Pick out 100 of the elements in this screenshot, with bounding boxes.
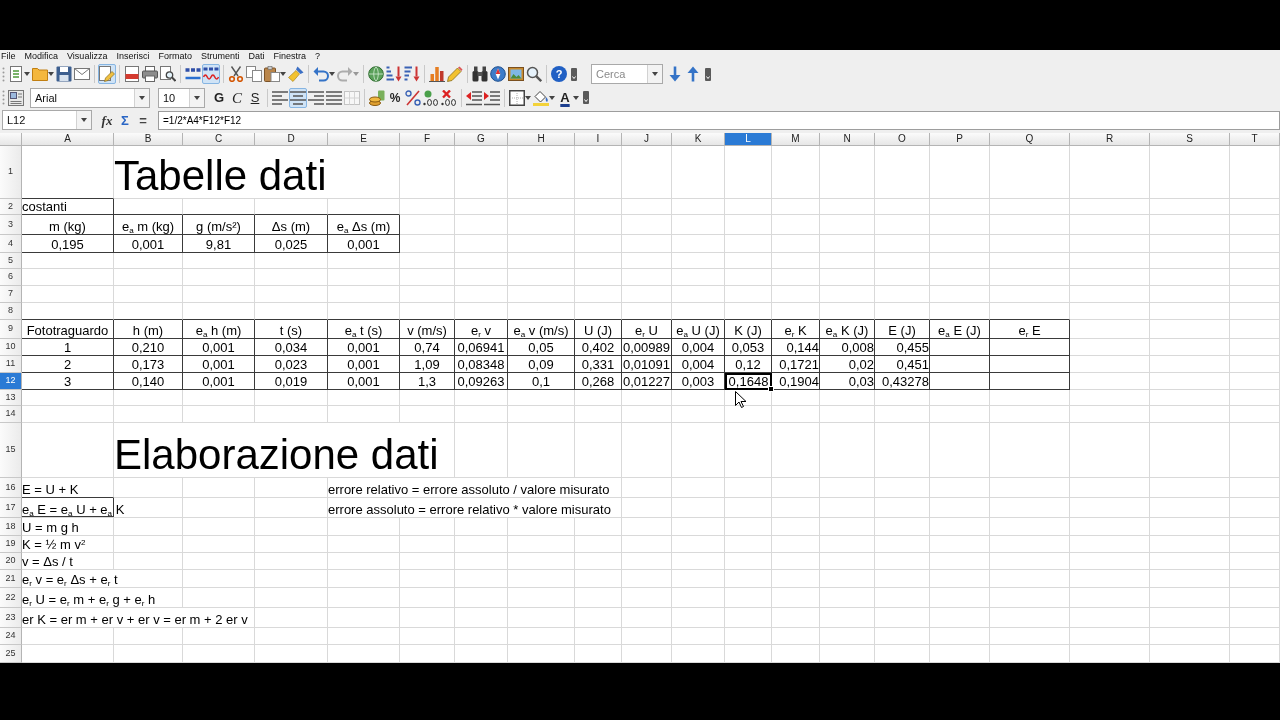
function-wizard-button[interactable]: fx: [98, 111, 116, 129]
edit-mode-button[interactable]: [98, 64, 116, 84]
menu-item[interactable]: Formato: [158, 50, 192, 62]
export-pdf-button[interactable]: [123, 64, 141, 84]
column-header[interactable]: M: [772, 133, 820, 146]
column-header[interactable]: Q: [990, 133, 1070, 146]
row-header[interactable]: 24: [0, 628, 22, 645]
row-header[interactable]: 5: [0, 253, 22, 269]
row-header[interactable]: 18: [0, 518, 22, 536]
navigator-button[interactable]: [489, 64, 507, 84]
row-header[interactable]: 2: [0, 199, 22, 215]
percent-button[interactable]: %: [386, 87, 404, 108]
column-header[interactable]: F: [400, 133, 455, 146]
menu-item[interactable]: ?: [314, 50, 320, 62]
number-format-button[interactable]: [404, 87, 422, 108]
row-header[interactable]: 17: [0, 498, 22, 518]
column-header[interactable]: T: [1230, 133, 1280, 146]
column-header[interactable]: N: [820, 133, 875, 146]
gallery-button[interactable]: [507, 64, 525, 84]
search-combobox[interactable]: Cerca: [591, 64, 663, 84]
row-header[interactable]: 20: [0, 553, 22, 570]
search-field[interactable]: Cerca: [592, 65, 647, 83]
overflow-handle-icon[interactable]: [705, 67, 711, 81]
column-header[interactable]: J: [622, 133, 672, 146]
row-header[interactable]: 12: [0, 373, 22, 390]
dropdown-button[interactable]: [189, 88, 204, 107]
column-header[interactable]: H: [508, 133, 575, 146]
print-button[interactable]: [141, 64, 159, 84]
row-header[interactable]: 4: [0, 235, 22, 253]
row-header[interactable]: 15: [0, 423, 22, 478]
autospellcheck-button[interactable]: [202, 64, 220, 84]
row-header[interactable]: 6: [0, 269, 22, 286]
row-header[interactable]: 14: [0, 406, 22, 423]
row-header[interactable]: 3: [0, 215, 22, 235]
find-replace-button[interactable]: [471, 64, 489, 84]
column-header[interactable]: S: [1150, 133, 1230, 146]
row-header[interactable]: 11: [0, 356, 22, 373]
borders-button[interactable]: [508, 87, 532, 108]
new-button[interactable]: [7, 64, 31, 84]
row-header[interactable]: 23: [0, 608, 22, 628]
dropdown-button[interactable]: [647, 65, 662, 83]
row-header[interactable]: 8: [0, 303, 22, 320]
row-header[interactable]: 9: [0, 320, 22, 339]
column-header[interactable]: R: [1070, 133, 1150, 146]
column-header[interactable]: L: [725, 133, 772, 146]
font-size-field[interactable]: 10: [158, 87, 205, 108]
font-color-button[interactable]: A: [556, 87, 580, 108]
name-box[interactable]: L12: [2, 110, 92, 130]
sort-descending-button[interactable]: [403, 64, 421, 84]
menu-item[interactable]: Visualizza: [67, 50, 108, 62]
row-header[interactable]: 7: [0, 286, 22, 303]
menu-item[interactable]: Modifica: [24, 50, 59, 62]
delete-decimal-button[interactable]: [440, 87, 458, 108]
grip-icon[interactable]: [2, 66, 5, 82]
cut-button[interactable]: [227, 64, 245, 84]
sum-button[interactable]: Σ: [116, 111, 134, 129]
column-header[interactable]: I: [575, 133, 622, 146]
column-header[interactable]: D: [255, 133, 328, 146]
row-header[interactable]: 21: [0, 570, 22, 588]
zoom-button[interactable]: [525, 64, 543, 84]
row-header[interactable]: 22: [0, 588, 22, 608]
menu-item[interactable]: Finestra: [273, 50, 306, 62]
column-header[interactable]: O: [875, 133, 930, 146]
column-header[interactable]: P: [930, 133, 990, 146]
menu-item[interactable]: Dati: [248, 50, 265, 62]
column-header[interactable]: E: [328, 133, 400, 146]
copy-button[interactable]: [245, 64, 263, 84]
underline-button[interactable]: S: [246, 87, 264, 108]
column-header[interactable]: G: [455, 133, 508, 146]
column-header[interactable]: C: [183, 133, 255, 146]
row-header[interactable]: 10: [0, 339, 22, 356]
overflow-handle-icon[interactable]: [571, 67, 577, 81]
print-preview-button[interactable]: [159, 64, 177, 84]
formula-field[interactable]: =1/2*A4*F12*F12: [158, 110, 1280, 130]
clone-formatting-button[interactable]: [287, 64, 305, 84]
column-header[interactable]: B: [114, 133, 183, 146]
row-header[interactable]: 25: [0, 645, 22, 663]
font-name-field[interactable]: Arial: [30, 87, 150, 108]
insert-chart-button[interactable]: [428, 64, 446, 84]
save-button[interactable]: [55, 64, 73, 84]
row-header[interactable]: 19: [0, 536, 22, 553]
hyperlink-button[interactable]: [367, 64, 385, 84]
help-button[interactable]: ?: [550, 64, 568, 84]
align-center-button[interactable]: [289, 87, 307, 108]
menu-item[interactable]: File: [1, 50, 16, 62]
row-header[interactable]: 16: [0, 478, 22, 498]
grip-icon[interactable]: [2, 90, 5, 105]
bold-button[interactable]: G: [210, 87, 228, 108]
row-header[interactable]: 1: [0, 146, 22, 199]
menu-item[interactable]: Inserisci: [116, 50, 150, 62]
row-header[interactable]: 13: [0, 390, 22, 406]
italic-button[interactable]: C: [228, 87, 246, 108]
dropdown-button[interactable]: [134, 88, 149, 107]
column-header[interactable]: A: [22, 133, 114, 146]
fill-handle[interactable]: [768, 386, 774, 392]
column-header[interactable]: K: [672, 133, 725, 146]
sort-ascending-button[interactable]: [385, 64, 403, 84]
dropdown-button[interactable]: [76, 111, 91, 129]
formula-button[interactable]: =: [134, 111, 152, 129]
paste-button[interactable]: [263, 64, 287, 84]
